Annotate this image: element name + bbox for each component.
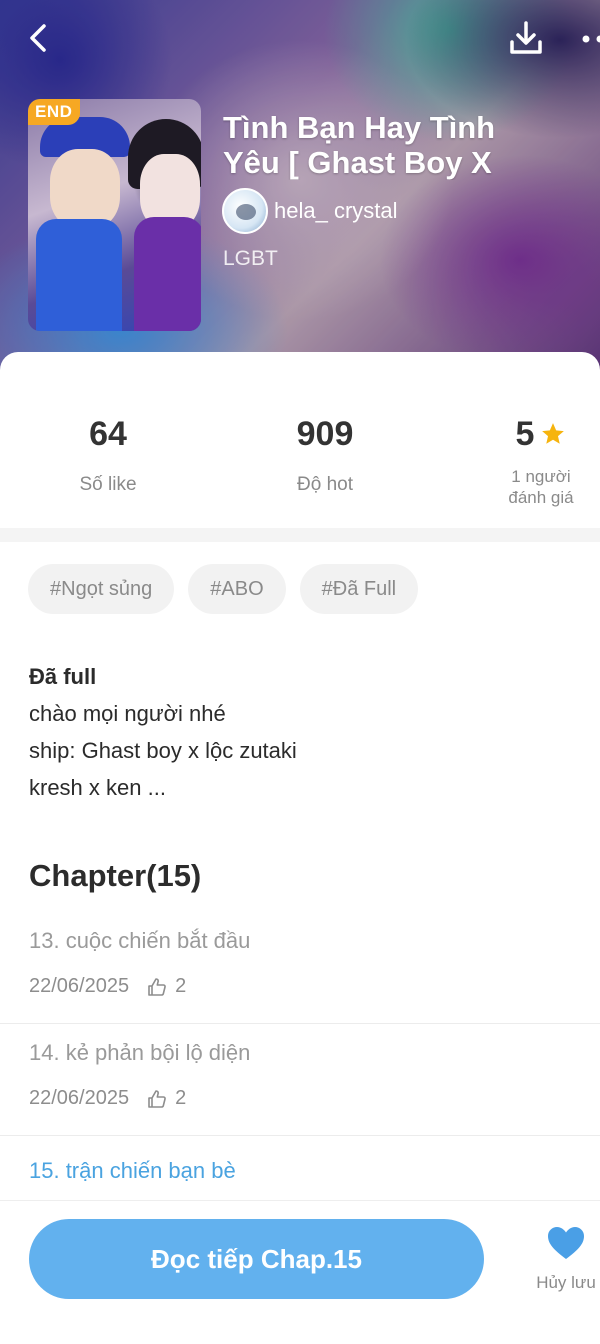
chapter-count-heading[interactable]: Chapter(15) [29, 858, 201, 894]
story-description[interactable]: Đã full chào mọi người nhé ship: Ghast b… [29, 658, 569, 806]
stat-likes: 64 Số like [58, 414, 158, 496]
author-row[interactable]: hela_ crystal [222, 188, 398, 234]
tag-chip[interactable]: #Đã Full [299, 564, 419, 614]
continue-reading-button[interactable]: Đọc tiếp Chap.15 [29, 1219, 484, 1299]
genre-label[interactable]: LGBT [223, 247, 278, 271]
back-button[interactable] [22, 20, 58, 56]
chapter-like-count: 2 [175, 975, 187, 997]
bottom-action-bar: Đọc tiếp Chap.15 Hủy lưu [0, 1200, 600, 1344]
chapter-title: 14. kẻ phản bội lộ diện [29, 1040, 251, 1065]
chapter-title: 15. trận chiến bạn bè [29, 1158, 236, 1183]
chapter-meta: 22/06/2025 2 [29, 1087, 186, 1110]
chapter-date: 22/06/2025 [29, 1087, 130, 1109]
chapter-item[interactable]: 14. kẻ phản bội lộ diện 22/06/2025 2 [0, 1024, 600, 1136]
download-icon [510, 21, 542, 54]
rating-value: 5 [515, 415, 535, 453]
description-line: ship: Ghast boy x lộc zutaki [29, 738, 297, 763]
more-button[interactable] [576, 24, 600, 54]
story-title: Tình Bạn Hay Tình Yêu [ Ghast Boy X Lộc [223, 110, 496, 180]
hot-label: Độ hot [297, 474, 353, 495]
rating-label: 1 người đánh giá [490, 466, 592, 508]
likes-count: 64 [89, 415, 127, 453]
chapter-meta: 22/06/2025 2 [29, 975, 186, 998]
story-cover-image: END [28, 99, 201, 331]
stat-rating[interactable]: 5 1 người đánh giá [490, 414, 592, 508]
story-detail-sheet: 64 Số like 909 Độ hot 5 1 người đánh giá… [0, 352, 600, 1344]
rating-label-line1: 1 người [511, 467, 571, 486]
top-bar [0, 14, 600, 64]
likes-label: Số like [79, 474, 137, 495]
download-button[interactable] [506, 18, 546, 58]
thumbs-up-icon [148, 1089, 166, 1108]
rating-value-row: 5 [490, 414, 592, 454]
author-avatar[interactable] [222, 188, 268, 234]
tag-chip[interactable]: #ABO [188, 564, 286, 614]
chapter-date: 22/06/2025 [29, 975, 130, 997]
author-name[interactable]: hela_ crystal [274, 198, 398, 224]
thumbs-up-icon [148, 977, 166, 996]
tag-list: #Ngọt sủng #ABO #Đã Full [28, 564, 419, 614]
chapter-title: 13. cuộc chiến bắt đầu [29, 928, 251, 953]
unsave-label: Hủy lưu [536, 1273, 596, 1292]
chapter-list: 13. cuộc chiến bắt đầu 22/06/2025 2 14. … [0, 912, 600, 1206]
chapter-item[interactable]: 13. cuộc chiến bắt đầu 22/06/2025 2 [0, 912, 600, 1024]
back-arrow-icon [30, 24, 46, 52]
story-header: END Tình Bạn Hay Tình Yêu [ Ghast Boy X … [0, 0, 600, 400]
star-icon [542, 423, 565, 444]
completion-status: Đã full [29, 664, 97, 689]
tag-chip[interactable]: #Ngọt sủng [28, 564, 175, 614]
chapter-item-current[interactable]: 15. trận chiến bạn bè [0, 1136, 600, 1206]
chapter-like-count: 2 [175, 1087, 187, 1109]
section-divider [0, 528, 600, 542]
hot-count: 909 [296, 415, 354, 453]
stat-hot: 909 Độ hot [275, 414, 375, 496]
end-badge: END [28, 99, 81, 125]
more-dots-icon [582, 35, 600, 43]
stats-row: 64 Số like 909 Độ hot 5 1 người đánh giá [0, 352, 600, 528]
rating-label-line2: đánh giá [508, 488, 574, 507]
description-line: chào mọi người nhé [29, 701, 226, 726]
description-line: kresh x ken ... [29, 775, 166, 800]
heart-icon [548, 1227, 584, 1259]
unsave-button[interactable]: Hủy lưu [530, 1221, 600, 1311]
